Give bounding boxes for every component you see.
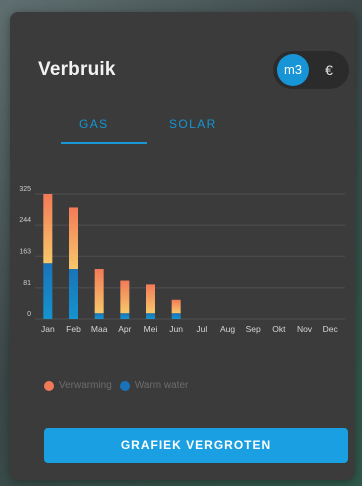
bar-verwarming-jan xyxy=(43,194,53,264)
unit-toggle[interactable]: m3 € xyxy=(273,51,349,89)
x-tick-label: Feb xyxy=(66,324,81,334)
bar-warm-water-jan xyxy=(43,263,53,319)
legend-label: Verwarming xyxy=(59,380,112,391)
legend-dot-icon xyxy=(44,380,54,391)
legend-dot-icon xyxy=(119,380,130,391)
bar-warm-water-jun xyxy=(171,313,181,319)
chart-legend: Verwarming Warm water xyxy=(44,380,196,391)
x-tick-label: Mei xyxy=(144,324,158,334)
bar-verwarming-maa xyxy=(94,269,104,314)
bar-verwarming-mei xyxy=(146,284,155,314)
x-tick-label: Sep xyxy=(246,324,261,334)
y-tick-label: 81 xyxy=(23,280,31,287)
x-tick-label: Okt xyxy=(272,324,286,334)
y-tick-label: 244 xyxy=(19,217,31,224)
tab-gas[interactable]: GAS xyxy=(79,117,109,131)
x-tick-label: Maa xyxy=(91,324,108,334)
bar-verwarming-apr xyxy=(120,280,130,314)
bar-warm-water-feb xyxy=(69,269,78,319)
usage-chart: 0 81 163 244 325 Jan Feb Maa Apr Mei Jun Jul Aug Sep O… xyxy=(19,186,345,334)
unit-option-m3[interactable]: m3 xyxy=(277,54,309,86)
x-tick-label: Jan xyxy=(41,324,55,334)
x-tick-label: Apr xyxy=(118,324,131,334)
y-tick-label: 163 xyxy=(19,248,31,255)
bar-warm-water-mei xyxy=(146,313,155,319)
y-tick-label: 0 xyxy=(27,311,31,318)
unit-option-euro[interactable]: € xyxy=(313,54,345,86)
x-tick-label: Jun xyxy=(169,324,183,334)
legend-item-warm-water: Warm water xyxy=(119,380,189,391)
x-tick-label: Nov xyxy=(297,324,313,334)
bar-verwarming-jun xyxy=(171,299,181,314)
x-tick-label: Jul xyxy=(196,324,207,334)
x-tick-label: Aug xyxy=(220,324,235,334)
x-tick-label: Dec xyxy=(323,324,339,334)
legend-label: Warm water xyxy=(134,380,189,391)
bar-verwarming-feb xyxy=(69,207,78,269)
bar-warm-water-maa xyxy=(94,313,104,319)
tab-active-indicator xyxy=(61,142,147,144)
enlarge-chart-button[interactable]: GRAFIEK VERGROTEN xyxy=(44,428,348,463)
tab-solar[interactable]: SOLAR xyxy=(169,117,217,131)
bar-warm-water-apr xyxy=(120,313,130,319)
y-tick-label: 325 xyxy=(19,186,31,193)
usage-card: Verbruik m3 € GAS SOLAR 0 81 163 244 325 Jan F… xyxy=(10,12,355,480)
legend-item-verwarming: Verwarming xyxy=(44,380,112,391)
card-title: Verbruik xyxy=(38,59,116,80)
